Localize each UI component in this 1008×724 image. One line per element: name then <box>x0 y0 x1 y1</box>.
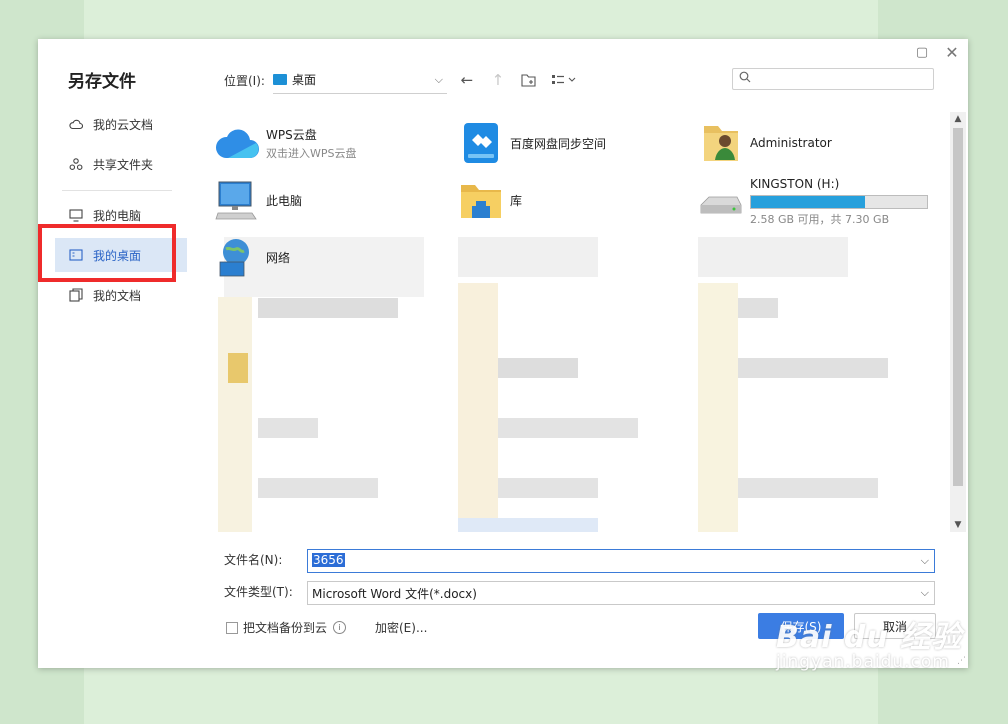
baidu-netdisk-icon <box>458 120 504 166</box>
monitor-icon <box>69 208 83 222</box>
blurred-content <box>228 353 248 383</box>
file-name: 百度网盘同步空间 <box>510 136 607 151</box>
encrypt-link[interactable]: 加密(E)... <box>375 619 427 636</box>
file-item-administrator[interactable]: Administrator <box>698 120 832 166</box>
blurred-content <box>738 298 778 318</box>
network-icon <box>214 234 260 280</box>
library-folder-icon <box>458 177 504 223</box>
blurred-content <box>258 298 398 318</box>
location-value: 桌面 <box>291 73 316 87</box>
blurred-content <box>498 478 598 498</box>
sidebar-item-label: 共享文件夹 <box>93 157 154 172</box>
file-item-library[interactable]: 库 <box>458 177 522 223</box>
file-name: 库 <box>510 193 523 208</box>
save-as-dialog: ▢ ✕ 另存文件 我的云文档 共享文件夹 我的电脑 我的桌面 我的文档 位置(I… <box>38 39 968 668</box>
scroll-down-icon[interactable]: ▼ <box>950 518 966 532</box>
baidu-jingyan-watermark: Bai du 经验 jingyan.baidu.com <box>776 612 963 672</box>
blurred-content <box>698 237 848 277</box>
file-list: WPS云盘 双击进入WPS云盘 百度网盘同步空间 Administrator 此… <box>204 108 948 532</box>
file-subtitle: 2.58 GB 可用，共 7.30 GB <box>750 213 890 226</box>
share-folder-icon <box>69 157 83 171</box>
drive-usage-fill <box>751 196 866 208</box>
sidebar-item-label: 我的云文档 <box>93 117 154 132</box>
file-name: WPS云盘 <box>266 127 317 142</box>
search-box[interactable] <box>732 68 934 90</box>
sidebar-item-cloud-docs[interactable]: 我的云文档 <box>55 107 187 141</box>
back-arrow-icon[interactable]: ← <box>456 69 478 91</box>
highlight-annotation-box <box>38 224 176 282</box>
wps-cloud-icon <box>214 120 260 166</box>
location-label: 位置(I): <box>224 73 265 88</box>
file-list-scrollbar[interactable]: ▲ ▼ <box>950 112 966 532</box>
location-toolbar: 位置(I): 桌面 ⌵ ← ↑ <box>224 67 581 94</box>
file-name: Administrator <box>750 136 832 150</box>
file-subtitle: 双击进入WPS云盘 <box>266 146 357 160</box>
blurred-content <box>458 283 498 532</box>
search-input[interactable] <box>755 70 933 90</box>
filetype-select[interactable]: Microsoft Word 文件(*.docx) ⌵ <box>307 581 935 605</box>
filetype-label: 文件类型(T): <box>224 585 293 599</box>
filetype-value: Microsoft Word 文件(*.docx) <box>312 587 477 601</box>
up-arrow-icon[interactable]: ↑ <box>487 69 509 91</box>
sidebar-item-shared-folder[interactable]: 共享文件夹 <box>55 147 187 181</box>
blurred-content <box>458 237 598 277</box>
sidebar-item-label: 我的文档 <box>93 288 142 303</box>
view-mode-icon[interactable] <box>549 69 581 91</box>
blurred-content <box>498 418 638 438</box>
chevron-down-icon[interactable]: ⌵ <box>921 586 929 600</box>
file-item-kingston-drive[interactable]: KINGSTON (H:) 2.58 GB 可用，共 7.30 GB <box>698 177 928 227</box>
file-name: 此电脑 <box>266 193 303 208</box>
close-icon[interactable]: ✕ <box>942 43 962 63</box>
blurred-content <box>258 478 378 498</box>
filename-value: 3656 <box>312 553 345 567</box>
drive-usage-bar <box>750 195 928 209</box>
filename-row: 文件名(N): <box>224 551 294 568</box>
file-name: KINGSTON (H:) <box>750 177 840 191</box>
resize-grip-icon[interactable]: ⋰ <box>957 656 966 666</box>
backup-to-cloud-option[interactable]: 把文档备份到云 i <box>226 619 347 636</box>
usb-drive-icon <box>698 179 744 225</box>
blurred-content <box>738 478 878 498</box>
filetype-row: 文件类型(T): <box>224 583 294 600</box>
file-item-wps-cloud[interactable]: WPS云盘 双击进入WPS云盘 <box>214 120 357 166</box>
watermark-logo: Bai du 经验 <box>776 620 963 655</box>
folder-icon <box>272 74 287 85</box>
scroll-thumb[interactable] <box>953 128 963 486</box>
documents-icon <box>69 288 83 302</box>
new-folder-icon[interactable] <box>518 69 540 91</box>
sidebar-divider <box>62 190 172 191</box>
blurred-content <box>498 358 578 378</box>
file-item-this-pc[interactable]: 此电脑 <box>214 177 302 223</box>
blurred-content <box>458 518 598 532</box>
file-name: 网络 <box>266 250 291 265</box>
file-item-network[interactable]: 网络 <box>214 234 290 280</box>
sidebar-item-my-documents[interactable]: 我的文档 <box>55 278 187 312</box>
filename-label: 文件名(N): <box>224 553 283 567</box>
blurred-content <box>258 418 318 438</box>
sidebar-item-label: 我的电脑 <box>93 208 142 223</box>
blurred-content <box>218 297 252 532</box>
watermark-url: jingyan.baidu.com <box>776 652 950 672</box>
maximize-icon[interactable]: ▢ <box>912 43 932 63</box>
chevron-down-icon[interactable]: ⌵ <box>921 554 929 568</box>
location-dropdown[interactable]: 桌面 ⌵ <box>272 67 447 94</box>
blurred-content <box>738 358 888 378</box>
file-item-baidu-netdisk[interactable]: 百度网盘同步空间 <box>458 120 606 166</box>
backup-label: 把文档备份到云 <box>243 621 328 635</box>
info-icon[interactable]: i <box>333 621 347 634</box>
scroll-up-icon[interactable]: ▲ <box>950 112 966 126</box>
backup-checkbox[interactable] <box>226 621 238 634</box>
filename-input[interactable]: 3656 ⌵ <box>307 549 935 573</box>
cloud-doc-icon <box>69 117 83 131</box>
chevron-down-icon: ⌵ <box>434 72 443 86</box>
blurred-content <box>698 283 738 532</box>
dialog-title: 另存文件 <box>68 72 136 92</box>
search-icon <box>739 71 751 87</box>
user-folder-icon <box>698 120 744 166</box>
computer-icon <box>214 177 260 223</box>
